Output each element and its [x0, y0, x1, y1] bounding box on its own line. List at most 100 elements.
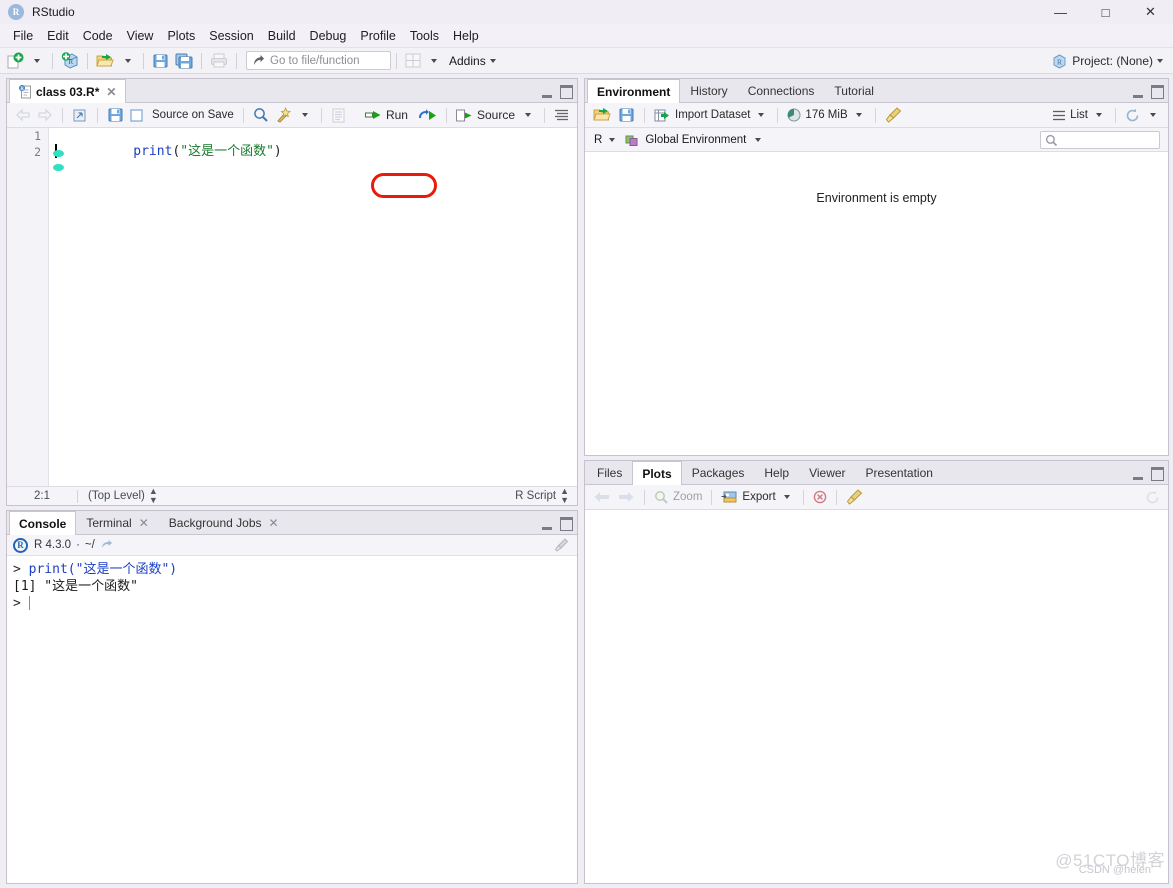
tab-viewer[interactable]: Viewer	[799, 461, 855, 484]
clear-environment-button[interactable]	[882, 105, 905, 125]
run-button[interactable]: Run	[359, 105, 414, 125]
source-tab-class03[interactable]: R class 03.R* ✕	[9, 79, 127, 103]
code-scope-selector[interactable]: (Top Level) ▲ ▼	[78, 487, 158, 505]
menu-edit[interactable]: Edit	[40, 26, 76, 46]
run-label: Run	[385, 108, 408, 122]
goto-file-function-input[interactable]: Go to file/function	[246, 51, 391, 70]
export-plot-button[interactable]: Export	[718, 487, 796, 507]
menu-profile[interactable]: Profile	[353, 26, 402, 46]
tab-history[interactable]: History	[680, 79, 737, 102]
tab-packages[interactable]: Packages	[682, 461, 755, 484]
environment-minimize-icon[interactable]	[1131, 87, 1145, 99]
save-workspace-button[interactable]	[615, 105, 638, 125]
open-file-dropdown[interactable]	[118, 51, 138, 71]
previous-plot-button[interactable]	[590, 487, 614, 507]
close-button[interactable]: ✕	[1128, 0, 1173, 24]
import-dataset-button[interactable]: Import Dataset	[651, 105, 771, 125]
tab-terminal[interactable]: Terminal ✕	[76, 511, 158, 534]
code-editor[interactable]: 1 2 print("这是一个函数")	[7, 128, 577, 486]
environment-maximize-icon[interactable]	[1150, 87, 1164, 99]
refresh-environment-button[interactable]	[1122, 105, 1143, 125]
print-button[interactable]	[207, 51, 231, 71]
line-number: 1	[34, 129, 41, 143]
file-type-selector[interactable]: R Script ▲ ▼	[515, 487, 577, 505]
source-maximize-icon[interactable]	[559, 87, 573, 99]
code-text-area[interactable]: print("这是一个函数")	[49, 128, 577, 486]
menu-file[interactable]: File	[6, 26, 40, 46]
source-on-save-checkbox[interactable]: Source on Save	[127, 105, 237, 125]
menu-view[interactable]: View	[120, 26, 161, 46]
working-directory-label[interactable]: ~/	[85, 539, 95, 551]
maximize-button[interactable]: □	[1083, 0, 1128, 24]
tab-help[interactable]: Help	[754, 461, 799, 484]
minimize-button[interactable]: —	[1038, 0, 1083, 24]
save-button[interactable]	[149, 51, 172, 71]
tab-plots[interactable]: Plots	[632, 461, 682, 485]
menu-build[interactable]: Build	[261, 26, 303, 46]
find-replace-button[interactable]	[250, 105, 272, 125]
tab-connections[interactable]: Connections	[738, 79, 825, 102]
tab-background-jobs[interactable]: Background Jobs ✕	[159, 511, 289, 534]
files-maximize-icon[interactable]	[1150, 469, 1164, 481]
workspace-panes-dropdown[interactable]	[424, 51, 444, 71]
code-tools-dropdown[interactable]	[295, 105, 315, 125]
rerun-button[interactable]	[414, 105, 440, 125]
new-project-button[interactable]: R	[58, 51, 82, 71]
menu-session[interactable]: Session	[202, 26, 260, 46]
menu-debug[interactable]: Debug	[303, 26, 354, 46]
open-folder-icon	[593, 107, 612, 123]
global-environment-selector[interactable]: Global Environment	[622, 130, 768, 150]
editor-back-button[interactable]	[12, 105, 34, 125]
console-minimize-icon[interactable]	[540, 519, 554, 531]
tab-console[interactable]: Console	[9, 511, 77, 535]
tab-tutorial[interactable]: Tutorial	[824, 79, 884, 102]
environment-view-mode-button[interactable]: List	[1049, 105, 1109, 125]
source-button[interactable]: Source	[453, 105, 518, 125]
show-document-outline-button[interactable]	[551, 105, 572, 125]
code-tools-button[interactable]	[272, 105, 295, 125]
zoom-plot-button[interactable]: Zoom	[651, 487, 705, 507]
clear-all-plots-button[interactable]	[843, 487, 866, 507]
language-selector[interactable]: R	[591, 130, 622, 150]
show-in-new-window-button[interactable]	[69, 105, 91, 125]
tab-presentation[interactable]: Presentation	[856, 461, 943, 484]
tab-background-jobs-close-icon[interactable]: ✕	[269, 516, 279, 530]
tab-environment[interactable]: Environment	[587, 79, 681, 103]
refresh-plot-button[interactable]	[1142, 487, 1163, 507]
remove-plot-button[interactable]	[810, 487, 830, 507]
workspace-panes-button[interactable]	[402, 51, 424, 71]
console-clear-broom-icon[interactable]	[554, 538, 569, 552]
console-maximize-icon[interactable]	[559, 519, 573, 531]
compile-report-button[interactable]	[328, 105, 349, 125]
console-output[interactable]: > print("这是一个函数") [1] "这是一个函数" >	[7, 557, 577, 883]
addins-button[interactable]: Addins	[444, 51, 503, 71]
load-workspace-button[interactable]	[590, 105, 615, 125]
editor-save-button[interactable]	[104, 105, 127, 125]
plots-canvas[interactable]	[585, 510, 1168, 883]
next-plot-button[interactable]	[614, 487, 638, 507]
source-tab-close-icon[interactable]: ✕	[106, 85, 116, 99]
menu-help[interactable]: Help	[446, 26, 486, 46]
tab-files[interactable]: Files	[587, 461, 632, 484]
environment-search-input[interactable]	[1040, 131, 1160, 149]
source-dropdown[interactable]	[518, 105, 538, 125]
open-file-button[interactable]	[93, 51, 118, 71]
broom-clear-icon	[846, 489, 863, 505]
global-environment-label: Global Environment	[645, 133, 747, 146]
refresh-dropdown[interactable]	[1143, 105, 1163, 125]
save-all-button[interactable]	[172, 51, 196, 71]
menu-tools[interactable]: Tools	[403, 26, 446, 46]
new-file-button[interactable]	[4, 51, 27, 71]
file-type-label: R Script	[515, 490, 557, 502]
tab-terminal-close-icon[interactable]: ✕	[139, 516, 149, 530]
show-in-new-window-icon[interactable]	[100, 539, 113, 551]
menu-code[interactable]: Code	[76, 26, 120, 46]
menu-plots[interactable]: Plots	[160, 26, 202, 46]
chevron-down-icon	[431, 58, 437, 63]
editor-forward-button[interactable]	[34, 105, 56, 125]
files-minimize-icon[interactable]	[1131, 469, 1145, 481]
new-file-dropdown[interactable]	[27, 51, 47, 71]
project-selector[interactable]: R Project: (None)	[1052, 48, 1167, 74]
source-minimize-icon[interactable]	[540, 87, 554, 99]
memory-usage-button[interactable]: 176 MiB	[784, 105, 868, 125]
